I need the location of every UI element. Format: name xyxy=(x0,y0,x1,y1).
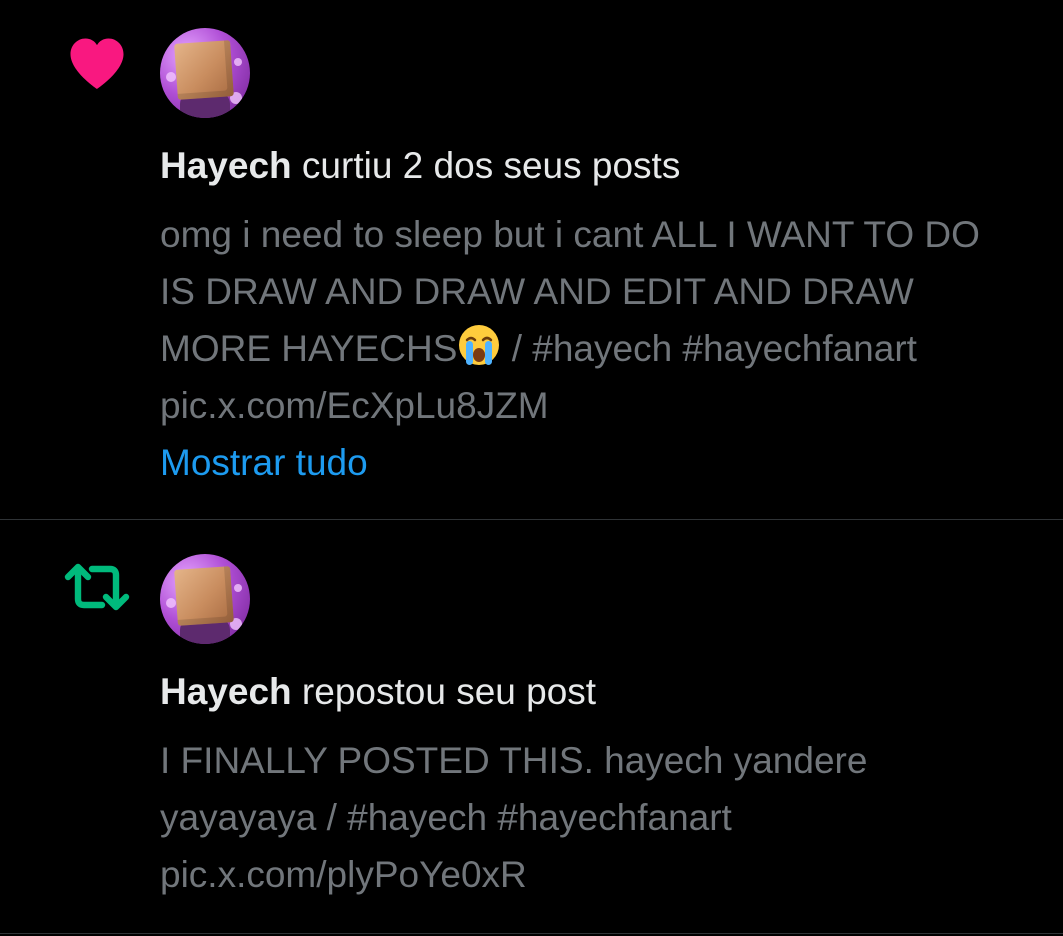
avatar-decoration xyxy=(166,598,176,608)
repost-icon xyxy=(62,552,132,622)
heart-icon xyxy=(62,28,132,98)
notification-like[interactable]: Hayech curtiu 2 dos seus posts omg i nee… xyxy=(0,0,1063,520)
loudly-crying-face-icon xyxy=(457,323,501,367)
show-all-link[interactable]: Mostrar tudo xyxy=(160,434,368,491)
avatar[interactable] xyxy=(160,554,250,644)
avatar-decoration xyxy=(234,58,242,66)
avatar[interactable] xyxy=(160,28,250,118)
action-text: repostou seu post xyxy=(291,671,597,712)
post-text[interactable]: omg i need to sleep but i cant ALL I WAN… xyxy=(160,206,1020,434)
notification-headline: Hayech repostou seu post xyxy=(160,670,596,714)
post-text[interactable]: I FINALLY POSTED THIS. hayech yandere ya… xyxy=(160,732,1020,903)
notification-headline: Hayech curtiu 2 dos seus posts xyxy=(160,144,680,188)
avatar-decoration xyxy=(234,584,242,592)
avatar-box-head xyxy=(174,40,234,100)
avatar-decoration xyxy=(166,72,176,82)
avatar-box-head xyxy=(174,566,234,626)
user-name[interactable]: Hayech xyxy=(160,145,292,186)
action-text: curtiu 2 dos seus posts xyxy=(291,145,681,186)
notification-repost[interactable]: Hayech repostou seu post I FINALLY POSTE… xyxy=(0,520,1063,934)
user-name[interactable]: Hayech xyxy=(160,671,292,712)
